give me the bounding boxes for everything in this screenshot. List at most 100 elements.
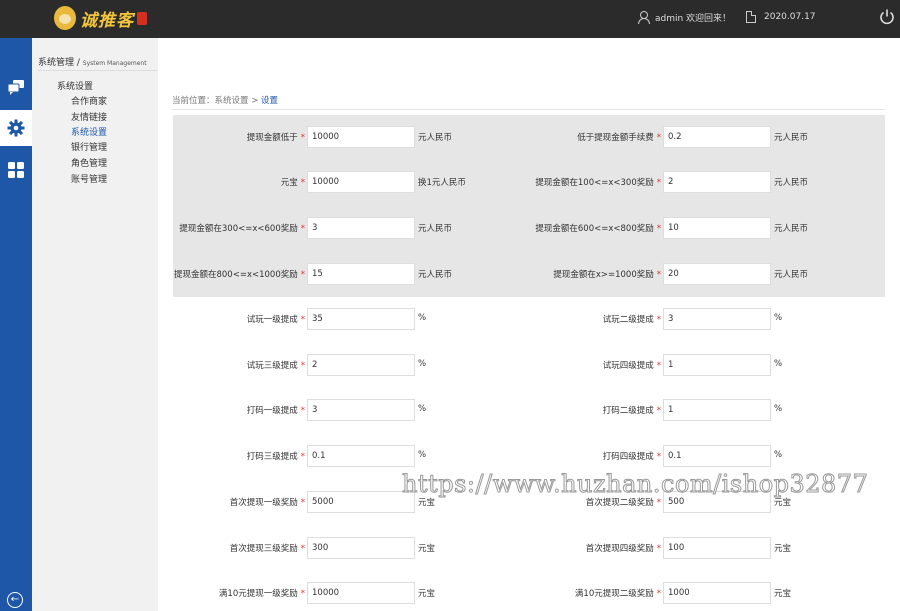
menu-item-partners[interactable]: 合作商家 [71,94,107,107]
field-unit: 换1元人民币 [418,178,466,188]
breadcrumb-prefix: 当前位置：系统设置 > [172,96,262,106]
field-label: 打码二级提成 * [529,404,661,416]
field-label: 提现金额在600<=x<800奖励 * [529,222,661,234]
menu-item-role-management[interactable]: 角色管理 [71,156,107,169]
required-marker: * [300,315,305,325]
field-label-text: 试玩二级提成 [602,315,654,325]
setting-input[interactable] [663,263,771,285]
setting-input[interactable] [663,217,771,239]
form-row: 提现金额在300<=x<600奖励*元人民币提现金额在600<=x<800奖励*… [173,217,885,239]
date-display: 2020.07.17 [746,11,816,23]
menu-divider [38,70,158,71]
document-icon [746,11,756,23]
required-marker: * [300,544,305,554]
date-text: 2020.07.17 [764,12,816,22]
field-label-text: 提现金额在300<=x<600奖励 [179,224,298,234]
field-label-text: 满10元提现二级奖励 [574,589,654,599]
required-marker: * [656,224,661,234]
setting-input[interactable] [307,445,415,467]
field-label: 试玩三级提成 * [173,359,305,371]
required-marker: * [656,315,661,325]
field-label-text: 首次提现四级奖励 [585,544,654,554]
back-arrow-icon[interactable]: ← [7,592,23,608]
grid-icon[interactable] [0,152,32,188]
setting-input[interactable] [307,491,415,513]
field-unit: 元宝 [774,589,792,599]
setting-input[interactable] [307,399,415,421]
icon-rail: ← [0,38,32,611]
field-label: 试玩二级提成 * [529,313,661,325]
setting-input[interactable] [663,537,771,559]
power-icon[interactable] [879,8,895,26]
field-label-text: 试玩四级提成 [602,361,654,371]
setting-input[interactable] [663,354,771,376]
setting-input[interactable] [663,445,771,467]
setting-input[interactable] [307,217,415,239]
setting-input[interactable] [663,171,771,193]
field-label: 打码四级提成 * [529,450,661,462]
setting-input[interactable] [307,263,415,285]
field-unit: % [418,450,427,460]
field-label-text: 打码一级提成 [246,406,298,416]
field-label: 提现金额在x>=1000奖励 * [529,268,661,280]
form-row: 提现金额在800<=x<1000奖励*元人民币提现金额在x>=1000奖励*元人… [173,263,885,285]
required-marker: * [300,224,305,234]
required-marker: * [300,452,305,462]
mascot-icon [54,6,76,30]
breadcrumb-current[interactable]: 设置 [261,96,278,106]
required-marker: * [656,589,661,599]
setting-input[interactable] [307,582,415,604]
field-unit: 元宝 [418,544,436,554]
logo[interactable]: 诚推客 [54,4,147,32]
field-label: 首次提现三级奖励 * [173,542,305,554]
setting-input[interactable] [307,126,415,148]
field-unit: % [418,404,427,414]
field-label: 满10元提现二级奖励 * [529,587,661,599]
required-marker: * [656,452,661,462]
field-label: 首次提现四级奖励 * [529,542,661,554]
menu-item-bank-management[interactable]: 银行管理 [71,140,107,153]
setting-input[interactable] [307,354,415,376]
setting-input[interactable] [307,171,415,193]
setting-input[interactable] [663,126,771,148]
field-label-text: 提现金额在x>=1000奖励 [553,270,654,280]
field-unit: 元人民币 [774,133,809,143]
required-marker: * [656,361,661,371]
form-row: 元宝*换1元人民币提现金额在100<=x<300奖励*元人民币 [173,171,885,193]
menu-item-system-settings[interactable]: 系统设置 [71,125,107,138]
setting-input[interactable] [663,308,771,330]
field-unit: % [774,450,783,460]
side-menu: 系统管理 / System Management 系统设置 合作商家 友情链接 … [32,38,158,611]
form-row: 满10元提现一级奖励*元宝满10元提现二级奖励*元宝 [173,582,885,604]
menu-group-system-settings[interactable]: 系统设置 [57,79,93,92]
field-label-text: 提现金额在100<=x<300奖励 [535,178,654,188]
chat-icon[interactable] [0,69,32,105]
setting-input[interactable] [663,582,771,604]
required-marker: * [656,270,661,280]
field-label-text: 低于提现金额手续费 [577,133,654,143]
field-label: 试玩一级提成 * [173,313,305,325]
gear-icon[interactable] [0,110,32,146]
setting-input[interactable] [663,399,771,421]
menu-item-account-management[interactable]: 账号管理 [71,172,107,185]
field-label-text: 试玩一级提成 [246,315,298,325]
field-unit: % [774,313,783,323]
field-label-text: 首次提现二级奖励 [585,498,654,508]
form-row: 提现金额低于*元人民币低于提现金额手续费*元人民币 [173,126,885,148]
required-marker: * [300,406,305,416]
field-unit: 元宝 [774,544,792,554]
required-marker: * [656,178,661,188]
field-unit: 元人民币 [418,133,453,143]
field-label-text: 首次提现一级奖励 [229,498,298,508]
setting-input[interactable] [307,537,415,559]
setting-input[interactable] [307,308,415,330]
menu-subtitle: System Management [82,60,147,67]
field-label-text: 提现金额低于 [246,133,298,143]
form-row: 试玩三级提成*%试玩四级提成*% [173,354,885,376]
menu-title: 系统管理 / System Management [38,55,147,68]
field-label: 打码三级提成 * [173,450,305,462]
user-greeting: admin 欢迎回来！ [637,11,731,24]
required-marker: * [656,544,661,554]
required-marker: * [656,498,661,508]
menu-item-friend-links[interactable]: 友情链接 [71,110,107,123]
